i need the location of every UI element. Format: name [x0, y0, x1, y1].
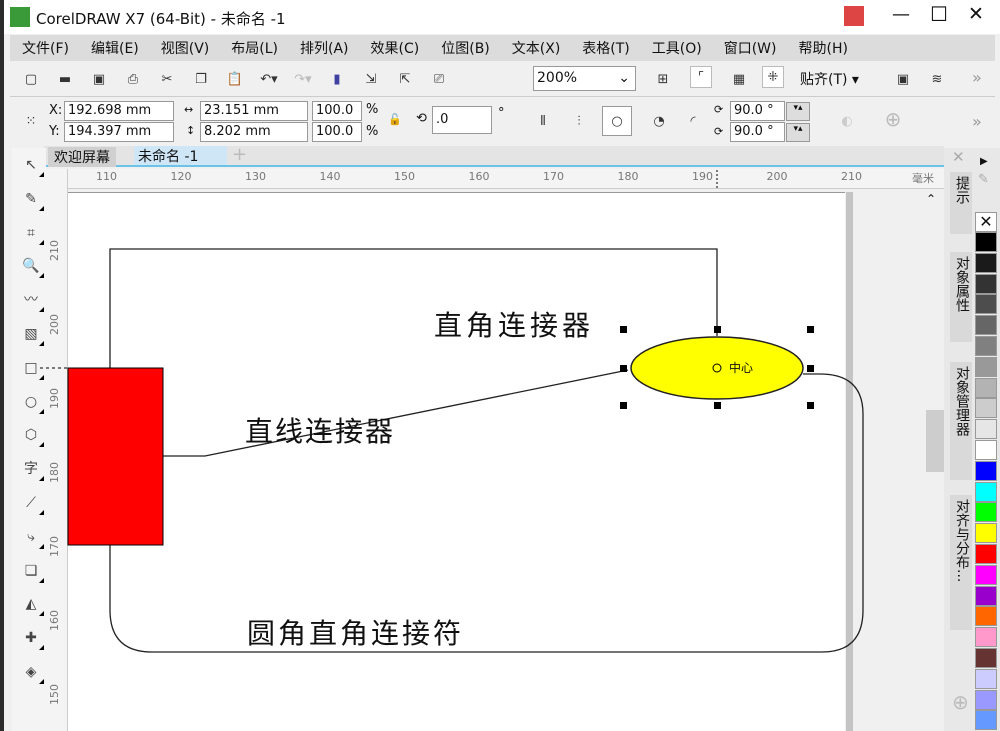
docker-tab[interactable]: 对齐与分布... — [950, 495, 972, 630]
color-swatch[interactable] — [975, 273, 997, 294]
app-window: CorelDRAW X7 (64-Bit) - 未命名 -1 — ☐ ✕ 文件(… — [4, 0, 1000, 731]
color-swatch[interactable] — [975, 544, 997, 564]
label-straight-connector[interactable]: 直线连接器 — [245, 410, 395, 450]
color-swatch[interactable] — [975, 502, 997, 523]
color-swatch[interactable] — [975, 294, 997, 315]
color-swatch[interactable] — [975, 668, 997, 689]
color-swatch[interactable] — [975, 419, 997, 440]
color-swatch[interactable] — [975, 377, 997, 398]
red-rectangle[interactable] — [67, 367, 164, 546]
add-docker-icon[interactable]: ⊕ — [952, 690, 969, 714]
color-swatch[interactable] — [975, 460, 997, 481]
right-angle-connector[interactable] — [109, 248, 718, 368]
color-swatch[interactable] — [975, 689, 997, 710]
color-swatch[interactable] — [975, 585, 997, 606]
color-swatch[interactable] — [975, 252, 997, 273]
color-swatch[interactable] — [975, 710, 997, 731]
color-swatch[interactable] — [975, 315, 997, 336]
straight-connector[interactable] — [163, 369, 629, 457]
label-right-angle-connector[interactable]: 直角连接器 — [434, 304, 594, 344]
center-label: 中心 — [729, 361, 754, 375]
color-swatch[interactable] — [975, 606, 997, 627]
label-rounded-connector[interactable]: 圆角直角连接符 — [247, 612, 464, 652]
color-swatch[interactable] — [975, 523, 997, 544]
docker-tab[interactable]: 对象管理器 — [950, 362, 972, 480]
palette-menu-arrow-icon[interactable]: ▶ — [980, 156, 988, 167]
color-swatch[interactable] — [975, 481, 997, 502]
color-swatch[interactable] — [975, 398, 997, 419]
color-swatch[interactable] — [975, 336, 997, 356]
no-fill-swatch[interactable]: ✕ — [975, 212, 997, 232]
color-swatch[interactable] — [975, 232, 997, 252]
color-swatch[interactable] — [975, 440, 997, 460]
docker-tab[interactable]: 对象属性 — [950, 252, 972, 342]
color-swatch[interactable] — [975, 564, 997, 585]
color-swatch[interactable] — [975, 648, 997, 668]
color-swatch[interactable] — [975, 356, 997, 377]
docker-tab[interactable]: 提示 — [950, 172, 972, 234]
yellow-ellipse[interactable] — [630, 336, 804, 400]
drawing-svg — [40, 170, 864, 653]
color-swatch[interactable] — [975, 627, 997, 648]
close-docker-icon[interactable]: ✕ — [952, 148, 965, 166]
rounded-connector[interactable] — [109, 373, 864, 653]
eyedropper-icon[interactable]: ✎ — [978, 172, 989, 187]
